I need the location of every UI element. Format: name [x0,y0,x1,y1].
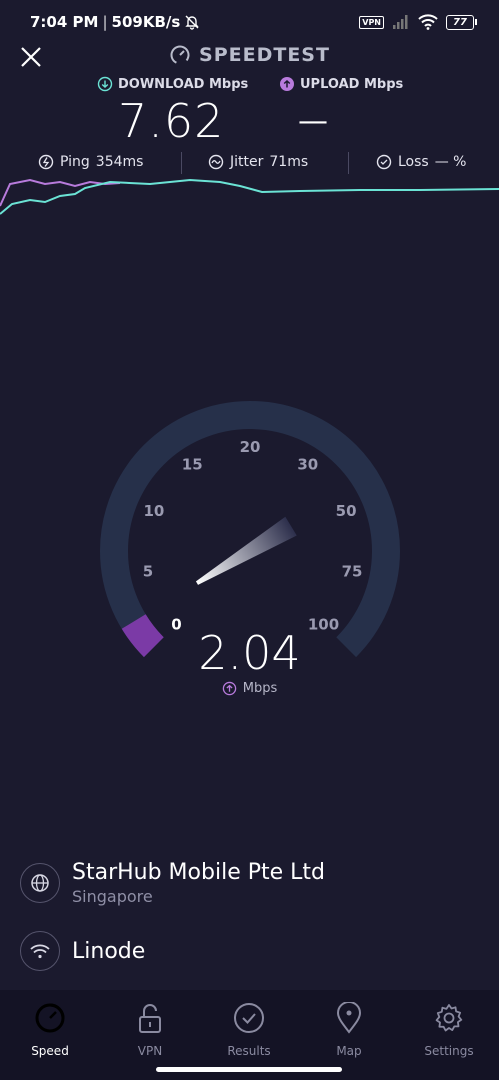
gauge-tick-label: 15 [182,456,203,474]
nav-results-label: Results [227,1044,271,1058]
download-label-text: DOWNLOAD Mbps [118,76,249,92]
signal-icon [393,15,408,29]
loss-label: Loss [398,154,429,170]
upload-label: UPLOAD Mbps [279,76,403,92]
provider-name: StarHub Mobile Pte Ltd [72,860,325,885]
unlock-icon [139,1004,161,1033]
nav-vpn-label: VPN [137,1044,163,1058]
upload-arrow-small-icon [222,681,236,696]
bell-off-icon [185,15,199,30]
upload-arrow-icon [280,77,294,91]
stats-row: Ping 354ms Jitter 71ms Loss — % [0,150,499,176]
nav-speed[interactable]: Speed [0,1000,100,1058]
status-time: 7:04 PM [30,13,99,31]
nav-vpn[interactable]: VPN [100,1000,200,1058]
current-speed-unit-text: Mbps [242,681,278,696]
status-net-speed: 509KB/s [111,13,181,31]
current-speed: 2.04 [198,626,301,680]
speedometer-logo-icon [170,45,190,65]
map-pin-icon [336,1002,362,1034]
header: SPEEDTEST [0,40,499,74]
nav-results[interactable]: Results [199,1000,299,1058]
throughput-graph [0,178,499,215]
ping-icon [38,154,54,170]
home-indicator [156,1067,342,1072]
upload-label-text: UPLOAD Mbps [300,76,404,92]
jitter-icon [208,154,224,170]
gauge-tick-label: 20 [240,438,261,456]
nav-settings-label: Settings [424,1044,474,1058]
download-label: DOWNLOAD Mbps [97,76,248,92]
current-speed-unit: Mbps [0,681,499,696]
nav-settings[interactable]: Settings [399,1000,499,1058]
gauge-tick-label: 5 [143,562,153,580]
gauge-needle-shape [195,516,297,585]
download-arrow-icon [97,76,113,92]
app-title: SPEEDTEST [0,44,499,66]
provider-row[interactable]: StarHub Mobile Pte Ltd Singapore [20,860,325,906]
jitter-label: Jitter [230,154,264,170]
loss-icon [376,154,392,170]
gauge-tick-label: 30 [297,456,318,474]
battery-indicator: 77 [446,14,477,30]
gauge-tick-label: 10 [143,502,164,520]
nav-speed-label: Speed [31,1044,69,1058]
ping-value: 354ms [95,154,144,170]
gauge-tick-label: 75 [342,562,363,580]
ping-stat: Ping 354ms [38,154,143,170]
server-name: Linode [72,938,146,964]
gauge-tick-label: 50 [336,502,357,520]
globe-icon [20,863,60,903]
ping-label: Ping [60,154,90,170]
speed-gauge-icon [35,1003,65,1033]
wifi-icon [418,14,438,30]
jitter-value: 71ms [269,154,309,170]
gauge-ticks: 05101520305075100 [143,438,363,634]
provider-location: Singapore [72,887,153,906]
loss-value: — % [434,154,467,170]
jitter-stat: Jitter 71ms [208,154,308,170]
nav-map-label: Map [336,1044,362,1058]
check-circle-icon [234,1003,264,1033]
battery-level: 77 [446,14,474,30]
status-bar: 7:04 PM | 509KB/s VPN 77 [0,0,499,44]
gauge-needle [195,516,297,585]
server-row[interactable]: Linode [20,931,145,971]
wifi-server-icon [20,931,60,971]
loss-stat: Loss — % [376,154,466,170]
nav-map[interactable]: Map [299,1000,399,1058]
vpn-badge: VPN [359,15,384,29]
gear-icon [435,1004,463,1032]
download-value: 7.62 [118,94,225,148]
upload-value: — [298,104,328,139]
app-title-text: SPEEDTEST [199,44,330,66]
